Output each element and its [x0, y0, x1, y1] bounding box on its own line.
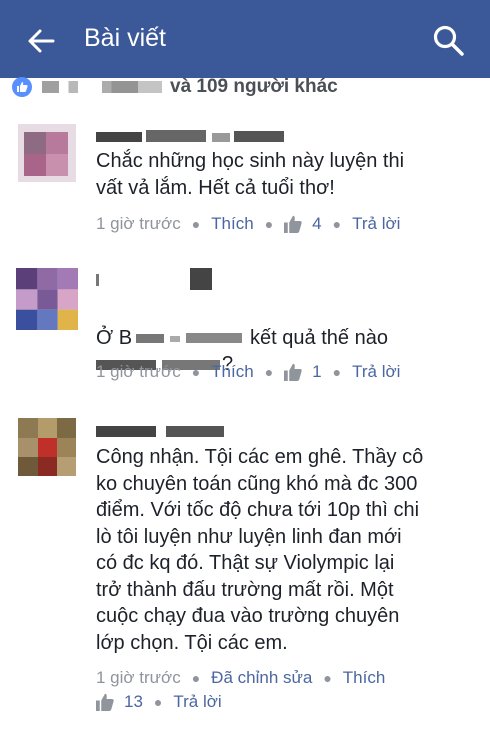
like-link[interactable]: Thích [211, 362, 254, 382]
separator-dot: ● [323, 670, 332, 686]
blurred-author-name[interactable] [96, 424, 226, 440]
separator-dot: ● [191, 364, 201, 380]
blurred-mention [136, 333, 243, 344]
comment-time: 1 giờ trước [96, 362, 181, 381]
comment-text-part: kết quả thế nào [250, 326, 388, 349]
comment-time: 1 giờ trước [96, 214, 181, 233]
like-count[interactable]: 13 [124, 692, 143, 712]
separator-dot: ● [153, 694, 163, 710]
avatar[interactable] [18, 124, 76, 182]
reply-link[interactable]: Trả lời [352, 214, 400, 234]
comment-meta-row2: 13 ● Trả lời [96, 692, 222, 712]
thumbs-up-icon [96, 693, 114, 711]
comment-text: Chắc những học sinh này luyện thi vất vả… [96, 150, 405, 199]
like-link[interactable]: Thích [211, 214, 254, 234]
comment-meta: 1 giờ trước ● Đã chỉnh sửa ● Thích [96, 668, 385, 688]
page-title: Bài viết [84, 24, 166, 52]
blurred-user-name [42, 81, 162, 93]
avatar[interactable] [18, 418, 76, 476]
thumbs-up-icon [284, 363, 302, 381]
comment-item: Công nhận. Tội các em ghê. Thầy cô ko ch… [0, 412, 490, 722]
comment-text-part: Ở B [96, 326, 133, 349]
likes-count-text: và 109 người khác [170, 76, 338, 97]
separator-dot: ● [191, 216, 201, 232]
reply-link[interactable]: Trả lời [173, 692, 221, 712]
like-link[interactable]: Thích [343, 668, 386, 688]
likes-summary[interactable]: và 109 người khác [12, 76, 338, 98]
comment-meta: 1 giờ trước ● Thích ● 1 ● Trả lời [96, 362, 400, 382]
back-arrow-icon[interactable] [26, 26, 56, 56]
separator-dot: ● [332, 216, 342, 232]
separator-dot: ● [264, 364, 274, 380]
top-app-bar: Bài viết [0, 0, 490, 78]
comment-text: Công nhận. Tội các em ghê. Thầy cô ko ch… [96, 446, 424, 654]
search-icon[interactable] [432, 24, 466, 58]
blurred-author-name[interactable] [96, 130, 286, 146]
comment-meta: 1 giờ trước ● Thích ● 4 ● Trả lời [96, 214, 400, 234]
comment-item: Ở Bkết quả thế nào? 1 giờ trước ● Thích … [0, 262, 490, 392]
avatar[interactable] [16, 268, 78, 330]
thumbs-up-icon [284, 215, 302, 233]
separator-dot: ● [191, 670, 201, 686]
like-count[interactable]: 4 [312, 214, 321, 234]
separator-dot: ● [332, 364, 342, 380]
blurred-author-name[interactable] [96, 268, 216, 292]
comment-item: Chắc những học sinh này luyện thi vất vả… [0, 118, 490, 248]
like-badge-icon [12, 77, 32, 97]
reply-link[interactable]: Trả lời [352, 362, 400, 382]
separator-dot: ● [264, 216, 274, 232]
comment-time: 1 giờ trước [96, 668, 181, 687]
like-count[interactable]: 1 [312, 362, 321, 382]
edited-link[interactable]: Đã chỉnh sửa [211, 668, 312, 688]
